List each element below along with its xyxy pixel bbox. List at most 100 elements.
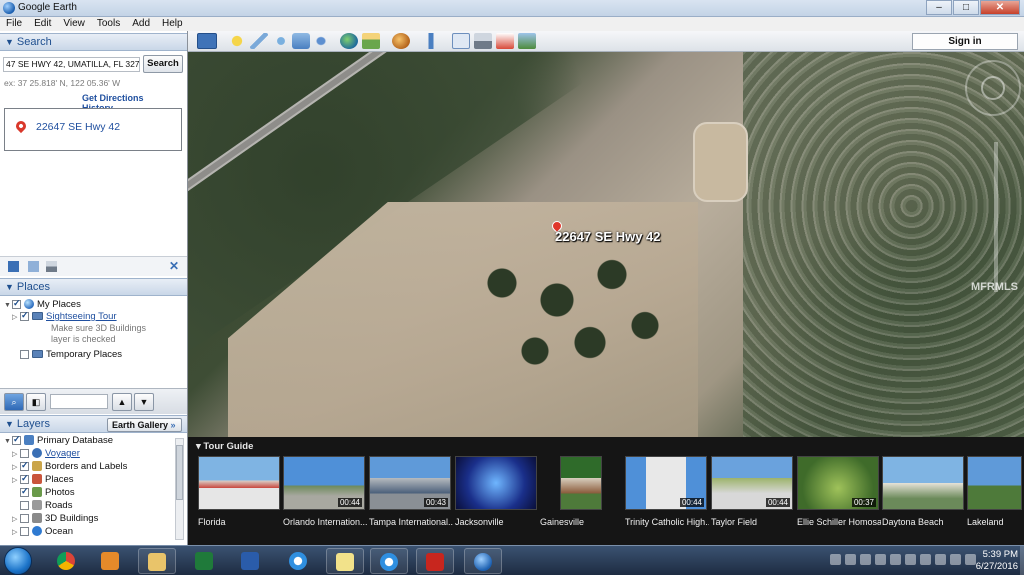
taskbar-app[interactable]	[326, 548, 364, 574]
sidebar-toggle-icon[interactable]	[197, 33, 217, 49]
earth-gallery-button[interactable]: Earth Gallery »	[107, 418, 182, 432]
taskbar-app[interactable]	[92, 548, 130, 574]
tour-thumbnail[interactable]: 00:37	[797, 456, 879, 510]
tour-title[interactable]: Orlando Internation...	[283, 517, 367, 527]
tour-thumbnail[interactable]	[882, 456, 964, 510]
add-to-places-icon[interactable]	[8, 261, 19, 272]
tray-icon[interactable]	[905, 554, 916, 565]
scrollbar-thumb[interactable]	[176, 445, 183, 500]
print-icon[interactable]	[474, 33, 492, 49]
expand-triangle-icon[interactable]: ▷	[12, 313, 20, 321]
expand-triangle-icon[interactable]: ▷	[12, 528, 20, 536]
menu-view[interactable]: View	[57, 17, 91, 31]
tour-title[interactable]: Trinity Catholic High...	[625, 517, 709, 527]
sunlight-icon[interactable]	[362, 33, 380, 49]
layer-checkbox[interactable]	[12, 434, 21, 445]
print-results-icon[interactable]	[46, 261, 57, 272]
collapse-triangle-icon[interactable]: ▼	[5, 279, 14, 295]
maximize-button[interactable]: □	[953, 0, 979, 15]
collapse-triangle-icon[interactable]: ▼	[5, 416, 14, 432]
show-desktop-button[interactable]	[1020, 546, 1024, 575]
menu-edit[interactable]: Edit	[28, 17, 57, 31]
tray-icon[interactable]	[845, 554, 856, 565]
look-joystick-icon[interactable]	[981, 76, 1005, 100]
layer-checkbox[interactable]	[20, 460, 29, 471]
taskbar-app[interactable]	[48, 548, 86, 574]
move-down-button[interactable]: ▼	[134, 393, 154, 411]
taskbar-app[interactable]	[138, 548, 176, 574]
tour-thumbnail[interactable]: 00:44	[711, 456, 793, 510]
taskbar-app[interactable]	[232, 548, 270, 574]
tour-thumbnail[interactable]: 00:43	[369, 456, 451, 510]
tour-title[interactable]: Taylor Field	[711, 517, 795, 527]
tray-icon[interactable]	[830, 554, 841, 565]
email-icon[interactable]	[452, 33, 470, 49]
toggle-panel-button[interactable]: ◧	[26, 393, 46, 411]
places-filter-input[interactable]	[50, 394, 108, 409]
zoom-slider[interactable]	[994, 142, 998, 292]
record-tour-icon[interactable]	[312, 33, 330, 49]
expand-triangle-icon[interactable]: ▷	[12, 450, 20, 458]
tour-thumbnail[interactable]: 00:44	[625, 456, 707, 510]
collapse-triangle-icon[interactable]: ▼	[5, 34, 14, 50]
layer-item[interactable]: ▷ Places	[12, 473, 74, 485]
menu-add[interactable]: Add	[126, 17, 156, 31]
layer-checkbox[interactable]	[20, 473, 29, 484]
layer-item[interactable]: ▷ Borders and Labels	[12, 460, 127, 472]
copy-icon[interactable]	[28, 261, 39, 272]
placemark-label[interactable]: 22647 SE Hwy 42	[555, 229, 661, 244]
save-image-icon[interactable]	[496, 33, 514, 49]
move-up-button[interactable]: ▲	[112, 393, 132, 411]
sightseeing-checkbox[interactable]	[20, 310, 29, 321]
map-view[interactable]: 22647 SE Hwy 42 MFRMLS	[188, 52, 1024, 437]
tour-thumbnail[interactable]	[455, 456, 537, 510]
menu-help[interactable]: Help	[156, 17, 189, 31]
taskbar-app[interactable]	[186, 548, 224, 574]
places-panel-header[interactable]: ▼ Places	[0, 278, 187, 296]
layer-item[interactable]: Roads	[12, 500, 72, 511]
tree-item-my-places[interactable]: ▼ My Places	[4, 298, 81, 310]
layer-item[interactable]: ▷ Voyager	[12, 448, 80, 459]
search-panel-header[interactable]: ▼ Search	[0, 33, 187, 51]
sign-in-button[interactable]: Sign in	[912, 33, 1018, 50]
polygon-add-icon[interactable]	[250, 33, 268, 49]
taskbar-app[interactable]	[464, 548, 502, 574]
search-button[interactable]: Search	[143, 55, 183, 73]
tray-icon[interactable]	[965, 554, 976, 565]
get-directions-link[interactable]: Get Directions	[82, 93, 144, 103]
image-overlay-icon[interactable]	[292, 33, 310, 49]
navigation-compass-icon[interactable]	[965, 60, 1021, 116]
tree-item-label[interactable]: Sightseeing Tour	[46, 311, 117, 322]
tour-thumbnail[interactable]: 00:44	[283, 456, 365, 510]
tour-thumbnail[interactable]	[560, 456, 602, 510]
close-button[interactable]: ✕	[980, 0, 1020, 15]
path-add-icon[interactable]	[272, 33, 290, 49]
layers-scrollbar[interactable]	[175, 438, 184, 540]
tray-icon[interactable]	[935, 554, 946, 565]
layers-panel-header[interactable]: ▼ Layers Earth Gallery »	[0, 415, 187, 433]
tray-icon[interactable]	[875, 554, 886, 565]
menu-tools[interactable]: Tools	[91, 17, 126, 31]
placemark-add-icon[interactable]	[228, 33, 246, 49]
tray-icon[interactable]	[950, 554, 961, 565]
taskbar-clock[interactable]: 5:39 PM 6/27/2016	[976, 549, 1018, 573]
tour-title[interactable]: Gainesville	[540, 517, 624, 527]
taskbar-app[interactable]	[416, 548, 454, 574]
taskbar-app[interactable]	[370, 548, 408, 574]
layer-checkbox[interactable]	[20, 526, 29, 536]
layer-checkbox[interactable]	[20, 486, 29, 497]
temporary-places-checkbox[interactable]	[20, 349, 29, 359]
menu-file[interactable]: File	[0, 17, 28, 31]
collapse-triangle-icon[interactable]: ▼	[4, 302, 12, 309]
layer-checkbox[interactable]	[20, 448, 29, 458]
layer-label[interactable]: Voyager	[45, 448, 80, 459]
collapse-triangle-icon[interactable]: ▼	[4, 438, 12, 445]
layer-item[interactable]: ▷ Ocean	[12, 526, 73, 537]
tour-title[interactable]: Jacksonville	[455, 517, 539, 527]
start-button-icon[interactable]	[4, 547, 32, 575]
layer-checkbox[interactable]	[20, 513, 29, 523]
tour-title[interactable]: Florida	[198, 517, 282, 527]
layer-item[interactable]: Photos	[12, 486, 75, 498]
collapse-triangle-icon[interactable]: ▾	[196, 441, 201, 452]
tray-icon[interactable]	[890, 554, 901, 565]
